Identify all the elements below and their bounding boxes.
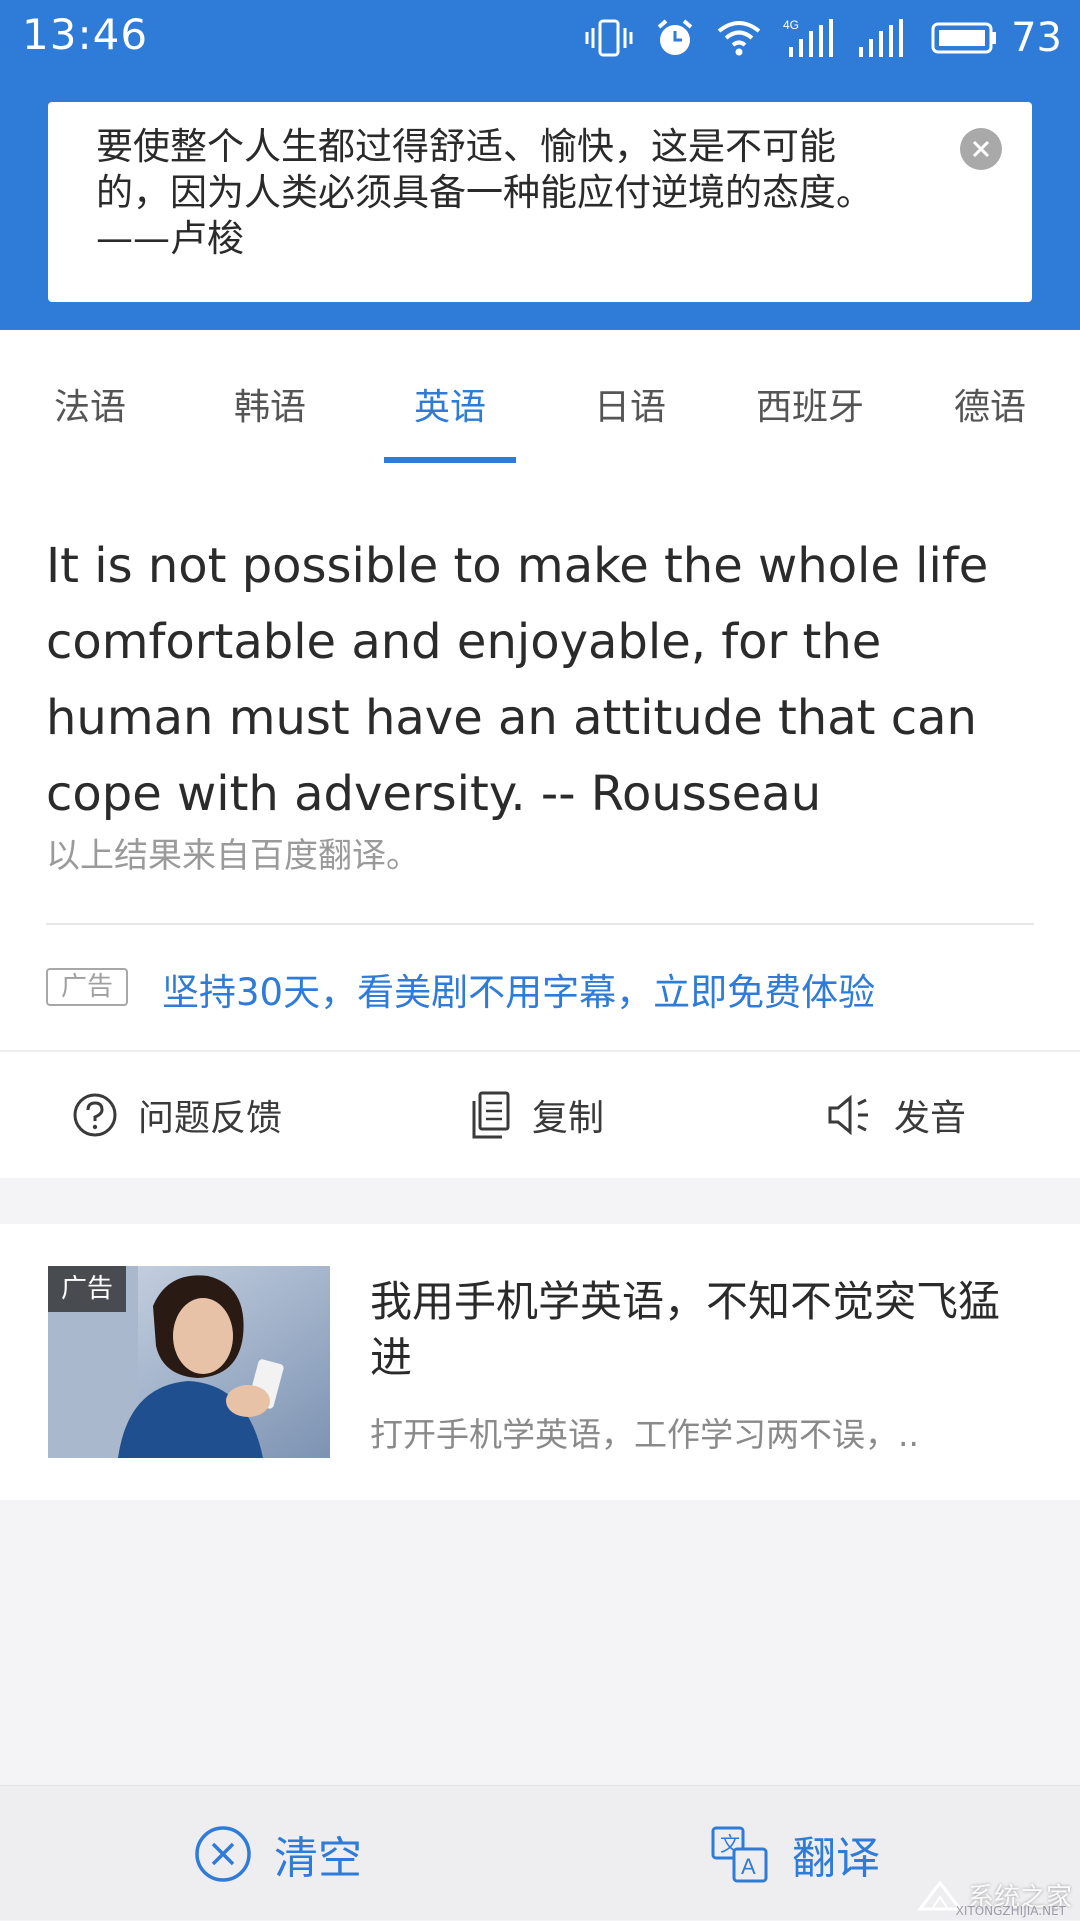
active-tab-indicator	[384, 457, 516, 463]
tab-german[interactable]: 德语	[954, 378, 1026, 430]
battery-icon	[931, 21, 997, 55]
translation-result-panel: It is not possible to make the whole lif…	[0, 470, 1080, 1050]
copy-button[interactable]: 复制	[470, 1052, 604, 1178]
translate-button[interactable]: 文A 翻译	[710, 1786, 880, 1921]
battery-percentage: 73	[1011, 15, 1062, 61]
status-icons: 4G 73	[585, 12, 1062, 64]
translate-icon: 文A	[711, 1826, 768, 1882]
copy-label: 复制	[532, 1098, 605, 1139]
ad-title[interactable]: 我用手机学英语，不知不觉突飞猛进	[370, 1274, 1000, 1386]
divider	[46, 923, 1034, 925]
app-header: 13:46 4G 73 要使整个人生都过得舒适、愉快，这是不可能 的，因为人类必…	[0, 0, 1080, 330]
feedback-label: 问题反馈	[138, 1098, 283, 1139]
status-time: 13:46	[22, 10, 149, 59]
ad-badge: 广告	[46, 968, 128, 1006]
watermark-url: XITONGZHIJIA.NET	[955, 1904, 1066, 1918]
tab-english[interactable]: 英语	[414, 378, 486, 430]
wifi-icon	[717, 19, 761, 57]
speaker-icon	[828, 1094, 868, 1136]
speak-label: 发音	[894, 1098, 967, 1139]
tab-spanish[interactable]: 西班牙	[756, 378, 864, 430]
ad-card[interactable]: 广告 我用手机学英语，不知不觉突飞猛进 打开手机学英语，工作学习两不误，..	[0, 1224, 1080, 1500]
language-tabs: 法语 韩语 英语 日语 西班牙 德语	[0, 330, 1080, 470]
clear-label: 清空	[274, 1832, 362, 1884]
vibrate-icon	[585, 18, 633, 58]
tab-korean[interactable]: 韩语	[234, 378, 306, 430]
translate-label: 翻译	[792, 1832, 880, 1884]
tab-japanese[interactable]: 日语	[594, 378, 666, 430]
signal-4g-icon: 4G	[783, 17, 835, 59]
feedback-button[interactable]: 问题反馈	[72, 1052, 282, 1178]
clear-input-button[interactable]	[960, 128, 1002, 170]
ad-description: 打开手机学英语，工作学习两不误，..	[370, 1415, 919, 1454]
bottom-bar: 清空 文A 翻译 系统之家 XITONGZHIJIA.NET	[0, 1785, 1080, 1920]
ad-image-badge: 广告	[48, 1266, 126, 1312]
question-icon	[73, 1093, 117, 1137]
status-bar: 13:46 4G 73	[0, 0, 1080, 76]
ad-image[interactable]: 广告	[48, 1266, 330, 1458]
svg-text:A: A	[741, 1854, 756, 1879]
svg-text:4G: 4G	[783, 18, 799, 32]
quote-input-text[interactable]: 要使整个人生都过得舒适、愉快，这是不可能 的，因为人类必须具备一种能应付逆境的态…	[96, 124, 936, 262]
alarm-icon	[655, 18, 695, 58]
source-note: 以上结果来自百度翻译。	[46, 836, 420, 876]
translation-text: It is not possible to make the whole lif…	[46, 538, 989, 822]
clear-button[interactable]: 清空	[194, 1786, 362, 1921]
quote-input-card[interactable]: 要使整个人生都过得舒适、愉快，这是不可能 的，因为人类必须具备一种能应付逆境的态…	[48, 102, 1032, 302]
tab-french[interactable]: 法语	[54, 378, 126, 430]
action-bar: 问题反馈 复制 发音	[0, 1052, 1080, 1178]
close-icon	[972, 140, 990, 158]
ad-link[interactable]: 坚持30天，看美剧不用字幕，立即免费体验	[162, 962, 875, 1016]
signal-icon	[857, 17, 909, 59]
speak-button[interactable]: 发音	[826, 1052, 966, 1178]
copy-icon	[472, 1091, 510, 1139]
clear-circle-icon	[195, 1825, 251, 1882]
